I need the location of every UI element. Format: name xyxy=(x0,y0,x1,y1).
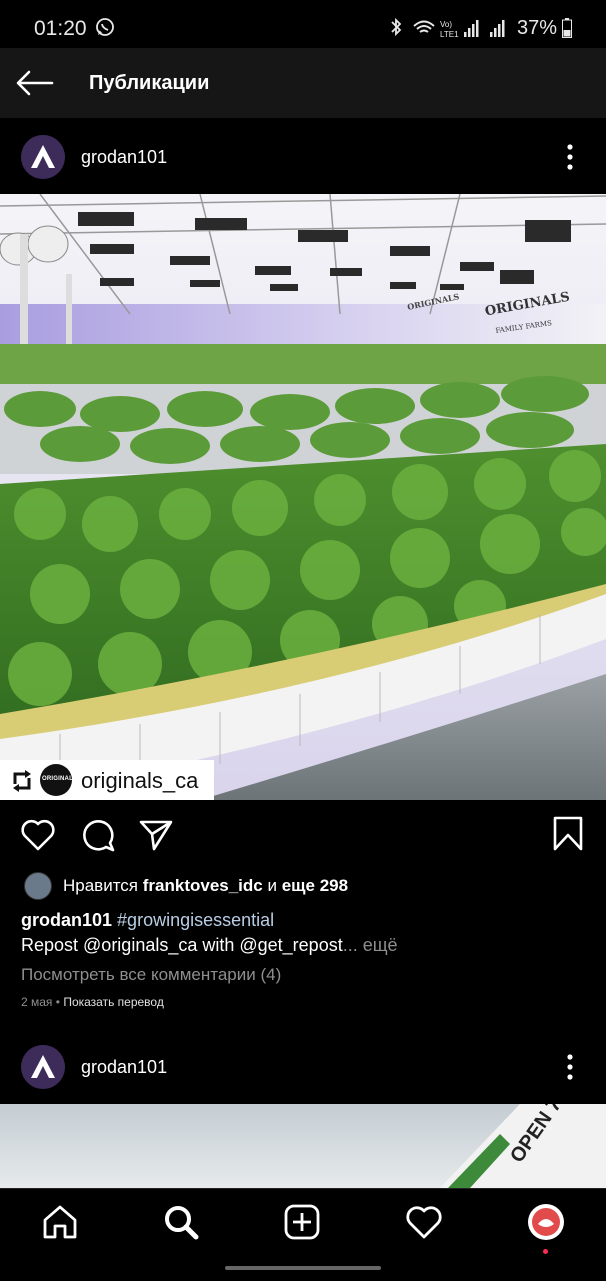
post-photo[interactable]: ORIGINALS FAMILY FARMS ORIGINALS xyxy=(0,194,606,800)
storefront-photo: OPEN 7 DAYS xyxy=(0,1104,606,1188)
more-options-icon[interactable] xyxy=(566,1054,574,1080)
signal-1-icon xyxy=(464,20,479,37)
post2-author-username[interactable]: grodan101 xyxy=(81,1057,167,1078)
grodan-logo-icon xyxy=(21,135,65,179)
comment-icon[interactable] xyxy=(80,817,116,853)
profile-avatar-icon[interactable] xyxy=(526,1202,566,1242)
repost-avatar-text: ORIGINALS xyxy=(42,776,78,782)
repost-credit-username: originals_ca xyxy=(81,768,199,793)
status-time: 01:20 xyxy=(34,17,87,40)
more-options-icon[interactable] xyxy=(566,144,574,170)
repost-avatar: ORIGINALS xyxy=(40,764,77,796)
post-author-avatar[interactable] xyxy=(21,135,65,179)
post-date: 2 мая xyxy=(21,995,53,1009)
like-heart-icon[interactable] xyxy=(20,817,56,853)
post-author-username[interactable]: grodan101 xyxy=(81,147,167,168)
caption-hashtag[interactable]: #growingisessential xyxy=(117,910,274,930)
new-post-icon[interactable] xyxy=(282,1202,322,1242)
lte-label: LTE1 xyxy=(440,30,459,39)
battery-percent: 37% xyxy=(517,17,558,39)
caption-line-2: Repost @originals_ca with @get_repost...… xyxy=(21,935,398,956)
signal-2-icon xyxy=(490,20,505,37)
activity-heart-icon[interactable] xyxy=(404,1202,444,1242)
bookmark-icon[interactable] xyxy=(550,815,586,851)
wifi-icon xyxy=(413,20,435,33)
share-icon[interactable] xyxy=(138,817,174,853)
whatsapp-icon xyxy=(96,18,114,36)
likes-prefix: Нравится xyxy=(63,876,139,895)
battery-icon xyxy=(562,18,572,38)
greenhouse-photo: ORIGINALS FAMILY FARMS ORIGINALS xyxy=(0,194,606,800)
post2-photo[interactable]: OPEN 7 DAYS xyxy=(0,1104,606,1188)
search-icon[interactable] xyxy=(161,1202,201,1242)
caption-username[interactable]: grodan101 xyxy=(21,910,112,930)
volte-label: Vo) xyxy=(440,20,452,29)
grodan-logo-icon xyxy=(21,1045,65,1089)
back-arrow-icon[interactable] xyxy=(16,70,54,96)
repost-icon xyxy=(13,770,31,792)
post-date-row: 2 мая • Показать перевод xyxy=(21,995,164,1009)
likes-summary[interactable]: Нравится franktoves_idc и еще 298 xyxy=(63,876,348,896)
status-icons: Vo) LTE1 xyxy=(391,17,505,39)
liker-avatar[interactable] xyxy=(24,872,52,900)
caption-line-1: grodan101 #growingisessential xyxy=(21,910,274,931)
gesture-home-bar xyxy=(225,1266,381,1270)
likes-rest[interactable]: еще 298 xyxy=(282,876,348,895)
home-icon[interactable] xyxy=(40,1202,80,1242)
bluetooth-icon xyxy=(391,17,402,37)
likes-user[interactable]: franktoves_idc xyxy=(143,876,263,895)
caption-more-link[interactable]: ... ещё xyxy=(343,935,398,955)
caption-text: Repost @originals_ca with @get_repost xyxy=(21,935,343,955)
notification-dot xyxy=(543,1249,548,1254)
page-title: Публикации xyxy=(89,72,210,94)
likes-and: и xyxy=(267,876,277,895)
view-all-comments-link[interactable]: Посмотреть все комментарии (4) xyxy=(21,965,281,985)
translate-link[interactable]: Показать перевод xyxy=(63,995,164,1009)
status-bar xyxy=(0,0,606,48)
post2-author-avatar[interactable] xyxy=(21,1045,65,1089)
